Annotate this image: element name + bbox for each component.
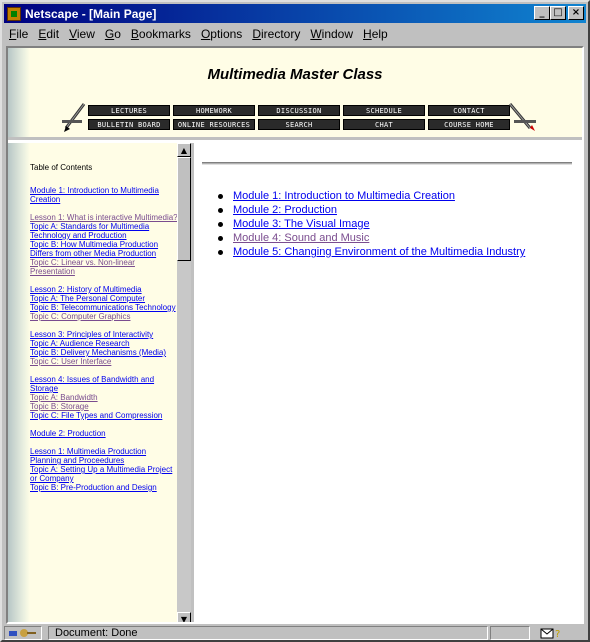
page-title: Multimedia Master Class <box>207 66 383 83</box>
toc-link[interactable]: Topic C: File Types and Compression <box>30 411 178 420</box>
toc-frame: Table of Contents Module 1: Introduction… <box>8 143 194 622</box>
scroll-up-icon[interactable]: ▲ <box>177 143 191 157</box>
toc-spacer <box>30 204 178 213</box>
scroll-thumb[interactable] <box>177 157 191 261</box>
nav-row-primary: LECTURES HOMEWORK DISCUSSION SCHEDULE CONTAC… <box>88 105 510 116</box>
nav-lectures-button[interactable]: LECTURES <box>88 105 170 116</box>
module-link[interactable]: Module 3: The Visual Image <box>233 218 370 230</box>
toc-link[interactable]: Lesson 1: Multimedia Production Planning… <box>30 447 178 465</box>
toc-link[interactable]: Topic B: Pre-Production and Design <box>30 483 178 492</box>
nav-search-button[interactable]: SEARCH <box>258 119 340 130</box>
horizontal-rule <box>202 162 572 165</box>
module-list: Module 1: Introduction to Multimedia Cre… <box>214 189 525 259</box>
pencil-tool-icon <box>62 103 86 132</box>
toc-link[interactable]: Topic C: Linear vs. Non-linear Presentat… <box>30 258 178 276</box>
banner-frame: Multimedia Master Class LECTURES HOMEWORK… <box>8 48 582 140</box>
status-message: Document: Done <box>48 626 488 640</box>
toc-link[interactable]: Topic B: Storage <box>30 402 178 411</box>
brush-tool-icon <box>508 103 536 131</box>
status-bar: Document: Done ? <box>4 626 586 640</box>
menu-edit[interactable]: Edit <box>33 27 64 41</box>
toc-link[interactable]: Lesson 4: Issues of Bandwidth and Storag… <box>30 375 178 393</box>
toc-link[interactable]: Lesson 1: What is interactive Multimedia… <box>30 213 178 222</box>
toc-link[interactable]: Topic A: Standards for Multimedia Techno… <box>30 222 178 240</box>
module-link[interactable]: Module 2: Production <box>233 204 337 216</box>
nav-course-home-button[interactable]: COURSE HOME <box>428 119 510 130</box>
module-list-item: Module 3: The Visual Image <box>214 217 525 231</box>
menu-go[interactable]: Go <box>100 27 126 41</box>
menu-view[interactable]: View <box>64 27 100 41</box>
toc-scrollbar[interactable]: ▲ ▼ <box>177 143 191 622</box>
menu-window[interactable]: Window <box>305 27 358 41</box>
svg-text:?: ? <box>555 629 560 639</box>
menu-bookmarks[interactable]: Bookmarks <box>126 27 196 41</box>
nav-bulletin-board-button[interactable]: BULLETIN BOARD <box>88 119 170 130</box>
main-frame: Module 1: Introduction to Multimedia Cre… <box>194 143 582 622</box>
status-cell <box>490 626 530 640</box>
toc-link[interactable]: Module 2: Production <box>30 429 178 438</box>
browser-window: Netscape - [Main Page] _ □ × File Edit Vie… <box>0 0 590 642</box>
nav-chat-button[interactable]: CHAT <box>343 119 425 130</box>
toc-link[interactable]: Topic B: How Multimedia Production Diffe… <box>30 240 178 258</box>
toc-link[interactable]: Module 1: Introduction to Multimedia Cre… <box>30 186 178 204</box>
toc-spacer <box>30 438 178 447</box>
module-list-item: Module 1: Introduction to Multimedia Cre… <box>214 189 525 203</box>
security-key-icon[interactable] <box>4 626 42 640</box>
menu-directory[interactable]: Directory <box>247 27 305 41</box>
toc-link[interactable]: Topic A: Setting Up a Multimedia Project… <box>30 465 178 483</box>
menu-help[interactable]: Help <box>358 27 393 41</box>
module-link[interactable]: Module 5: Changing Environment of the Mu… <box>233 246 525 258</box>
toc-spacer <box>30 321 178 330</box>
toc-link[interactable]: Topic A: Audience Research <box>30 339 178 348</box>
title-bar[interactable]: Netscape - [Main Page] _ □ × <box>4 4 586 23</box>
toc-spacer <box>30 420 178 429</box>
minimize-icon[interactable]: _ <box>534 6 550 20</box>
toc-link[interactable]: Topic A: Bandwidth <box>30 393 178 402</box>
toc-spacer <box>30 276 178 285</box>
toc-link[interactable]: Topic C: Computer Graphics <box>30 312 178 321</box>
toc-link[interactable]: Lesson 3: Principles of Interactivity <box>30 330 178 339</box>
module-link[interactable]: Module 4: Sound and Music <box>233 232 369 244</box>
menu-options[interactable]: Options <box>196 27 247 41</box>
decorative-gradient-strip <box>8 48 30 137</box>
toc-link[interactable]: Lesson 2: History of Multimedia <box>30 285 178 294</box>
nav-online-resources-button[interactable]: ONLINE RESOURCES <box>173 119 255 130</box>
module-link[interactable]: Module 1: Introduction to Multimedia Cre… <box>233 190 455 202</box>
nav-homework-button[interactable]: HOMEWORK <box>173 105 255 116</box>
window-title: Netscape - [Main Page] <box>25 6 157 21</box>
table-of-contents: Table of Contents Module 1: Introduction… <box>30 163 178 492</box>
toc-title: Table of Contents <box>30 163 93 172</box>
toc-link[interactable]: Topic A: The Personal Computer <box>30 294 178 303</box>
module-list-item: Module 5: Changing Environment of the Mu… <box>214 245 525 259</box>
toc-spacer <box>30 366 178 375</box>
module-list-item: Module 2: Production <box>214 203 525 217</box>
decorative-gradient-strip <box>8 143 30 622</box>
close-icon[interactable]: × <box>568 6 584 20</box>
scroll-down-icon[interactable]: ▼ <box>177 612 191 622</box>
page-content: Multimedia Master Class LECTURES HOMEWORK… <box>6 46 584 624</box>
menu-file[interactable]: File <box>4 27 33 41</box>
nav-schedule-button[interactable]: SCHEDULE <box>343 105 425 116</box>
maximize-icon[interactable]: □ <box>550 6 566 20</box>
netscape-icon[interactable] <box>7 6 21 21</box>
toc-link[interactable]: Topic C: User Interface <box>30 357 178 366</box>
mail-icon[interactable]: ? <box>532 626 570 640</box>
nav-contact-button[interactable]: CONTACT <box>428 105 510 116</box>
nav-discussion-button[interactable]: DISCUSSION <box>258 105 340 116</box>
nav-row-secondary: BULLETIN BOARD ONLINE RESOURCES SEARCH CHAT… <box>88 119 510 130</box>
toc-link[interactable]: Topic B: Telecommunications Technology <box>30 303 178 312</box>
toc-link[interactable]: Topic B: Delivery Mechanisms (Media) <box>30 348 178 357</box>
menu-bar: File Edit View Go Bookmarks Options Directory W… <box>4 24 586 44</box>
module-list-item: Module 4: Sound and Music <box>214 231 525 245</box>
